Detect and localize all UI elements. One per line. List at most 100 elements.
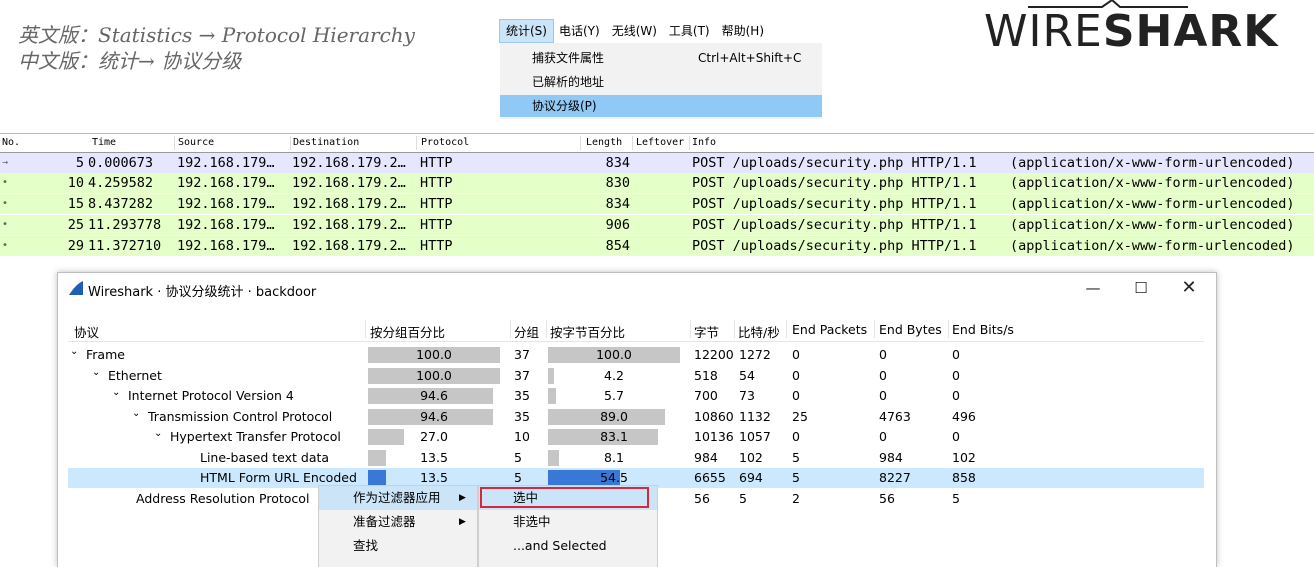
minimize-button[interactable]: —	[1078, 277, 1108, 299]
hdr-bits-per-second[interactable]: 比特/秒	[738, 322, 780, 341]
packet-cell-no: 29	[67, 238, 84, 254]
hdr-end-bytes[interactable]: End Bytes	[879, 322, 942, 337]
hdr-end-packets[interactable]: End Packets	[792, 322, 867, 337]
menu-item-label: 协议分级(P)	[532, 99, 597, 113]
wireshark-logo: WIRESHARK	[984, 6, 1279, 57]
wireshark-app-icon	[69, 281, 83, 295]
col-destination[interactable]: Destination	[293, 137, 359, 148]
packet-cell-info: POST /uploads/security.php HTTP/1.1	[692, 175, 977, 191]
cell-end-bps: 5	[952, 490, 960, 506]
col-length[interactable]: Length	[586, 137, 622, 148]
cell-bps: 694	[739, 470, 763, 485]
menu-statistics[interactable]: 统计(S)	[499, 19, 554, 43]
packet-cell-src: 192.168.179…	[177, 196, 275, 212]
expand-chevron-icon[interactable]: ⌄	[132, 404, 140, 424]
cell-bps: 102	[739, 449, 763, 465]
menu-item-capture-file-properties[interactable]: 捕获文件属性 Ctrl+Alt+Shift+C	[500, 47, 822, 69]
menu-item-resolved-addresses[interactable]: 已解析的地址	[500, 71, 822, 93]
packet-cell-extra: (application/x-www-form-urlencoded)	[1010, 196, 1295, 212]
expand-chevron-icon[interactable]: ⌄	[92, 363, 100, 383]
byte-percent: 5.7	[604, 388, 624, 403]
submenu-not-selected[interactable]: 非选中	[479, 510, 657, 534]
maximize-button[interactable]: ☐	[1126, 277, 1156, 299]
packet-cell-extra: (application/x-www-form-urlencoded)	[1010, 217, 1295, 233]
protocol-name: Internet Protocol Version 4	[128, 388, 294, 403]
packet-row[interactable]: 29 11.372710 192.168.179… 192.168.179.2… HTT…	[0, 236, 1314, 256]
packet-cell-no: 25	[67, 217, 84, 233]
protocol-row[interactable]: ⌄ Transmission Control Protocol 94.6 35 89.0…	[68, 407, 1204, 427]
ctx-find[interactable]: 查找	[319, 534, 477, 558]
menu-item-protocol-hierarchy[interactable]: 协议分级(P)	[500, 95, 822, 117]
submenu-and-selected[interactable]: ...and Selected	[479, 534, 657, 558]
col-protocol[interactable]: Protocol	[421, 137, 469, 148]
packet-cell-src: 192.168.179…	[177, 175, 275, 191]
cell-end-pkts: 0	[792, 367, 800, 383]
packet-cell-src: 192.168.179…	[177, 217, 275, 233]
tree-header: 协议 按分组百分比 分组 按字节百分比 字节 比特/秒 End Packets …	[68, 317, 1204, 342]
menu-tools[interactable]: 工具(T)	[663, 20, 716, 42]
hdr-percent-packets[interactable]: 按分组百分比	[370, 322, 445, 341]
hdr-packets[interactable]: 分组	[514, 322, 539, 341]
expand-chevron-icon[interactable]: ⌄	[70, 342, 78, 362]
cell-bytes: 10136	[694, 429, 734, 444]
cell-bytes: 6655	[694, 470, 726, 485]
packet-percent: 13.5	[420, 449, 448, 465]
col-no[interactable]: No.	[2, 137, 20, 148]
byte-percent: 100.0	[596, 347, 632, 362]
hdr-bytes[interactable]: 字节	[694, 322, 719, 341]
cell-end-bytes: 0	[879, 388, 887, 403]
expand-chevron-icon[interactable]: ⌄	[112, 383, 120, 403]
packet-row[interactable]: 15 8.437282 192.168.179… 192.168.179.2… HTTP…	[0, 194, 1314, 214]
related-arrow-icon: →	[2, 157, 9, 168]
packet-cell-src: 192.168.179…	[177, 238, 275, 254]
packet-row[interactable]: 10 4.259582 192.168.179… 192.168.179.2… HTTP…	[0, 173, 1314, 193]
protocol-name: Address Resolution Protocol	[136, 490, 310, 506]
protocol-row[interactable]: ⌄ Internet Protocol Version 4 94.6 35 5.7 700…	[68, 386, 1204, 406]
packet-cell-extra: (application/x-www-form-urlencoded)	[1010, 155, 1295, 171]
close-button[interactable]: ✕	[1174, 277, 1204, 299]
packet-cell-extra: (application/x-www-form-urlencoded)	[1010, 175, 1295, 191]
cell-end-pkts: 0	[792, 429, 800, 444]
protocol-row[interactable]: ⌄ Frame 100.0 37 100.0 12200 1272 0 0 0	[68, 345, 1204, 365]
packet-cell-info: POST /uploads/security.php HTTP/1.1	[692, 196, 977, 212]
packet-percent: 100.0	[416, 367, 452, 383]
protocol-row[interactable]: Line-based text data 13.5 5 8.1 984 102 5 984 10…	[68, 448, 1204, 468]
protocol-row[interactable]: ⌄ Ethernet 100.0 37 4.2 518 54 0 0 0	[68, 366, 1204, 386]
submenu-arrow-icon: ▶	[459, 517, 466, 527]
cell-bytes: 12200	[694, 347, 734, 362]
cell-bytes: 56	[694, 490, 710, 506]
col-source[interactable]: Source	[178, 137, 214, 148]
col-leftover[interactable]: Leftover	[636, 137, 688, 148]
ctx-apply-as-filter[interactable]: 作为过滤器应用 ▶	[319, 486, 477, 510]
cell-end-bps: 0	[952, 367, 960, 383]
col-info[interactable]: Info	[692, 137, 716, 148]
hdr-protocol[interactable]: 协议	[74, 322, 99, 341]
byte-percent: 89.0	[600, 408, 628, 424]
cell-bps: 5	[739, 490, 747, 506]
hdr-percent-bytes[interactable]: 按字节百分比	[550, 322, 625, 341]
menu-wireless[interactable]: 无线(W)	[606, 20, 663, 42]
packet-row[interactable]: 5 0.000673 192.168.179… 192.168.179.2… HTTP 8…	[0, 152, 1314, 174]
cell-end-bytes: 8227	[879, 470, 911, 485]
cell-bps: 1272	[739, 347, 771, 362]
packet-count: 37	[514, 347, 530, 362]
cell-bps: 1057	[739, 429, 771, 444]
cell-end-pkts: 5	[792, 470, 800, 485]
ctx-prepare-filter[interactable]: 准备过滤器 ▶	[319, 510, 477, 534]
menu-help[interactable]: 帮助(H)	[716, 20, 770, 42]
menu-telephony[interactable]: 电话(Y)	[553, 20, 606, 42]
packet-cell-extra: (application/x-www-form-urlencoded)	[1010, 238, 1295, 254]
col-time[interactable]: Time	[92, 137, 116, 148]
packet-cell-no: 5	[75, 155, 84, 171]
packet-row[interactable]: 25 11.293778 192.168.179… 192.168.179.2… HTT…	[0, 215, 1314, 235]
expand-chevron-icon[interactable]: ⌄	[154, 424, 162, 444]
cell-end-pkts: 5	[792, 449, 800, 465]
ctx-item-label: 作为过滤器应用	[353, 490, 441, 505]
menu-item-label: 已解析的地址	[532, 75, 605, 89]
protocol-row[interactable]: ⌄ Hypertext Transfer Protocol 27.0 10 83.1 10…	[68, 427, 1204, 447]
packet-cell-time: 8.437282	[88, 196, 154, 212]
hdr-end-bits[interactable]: End Bits/s	[952, 322, 1014, 337]
cell-bytes: 518	[694, 367, 718, 383]
cell-bps: 73	[739, 388, 755, 403]
protocol-name: Transmission Control Protocol	[148, 408, 333, 424]
